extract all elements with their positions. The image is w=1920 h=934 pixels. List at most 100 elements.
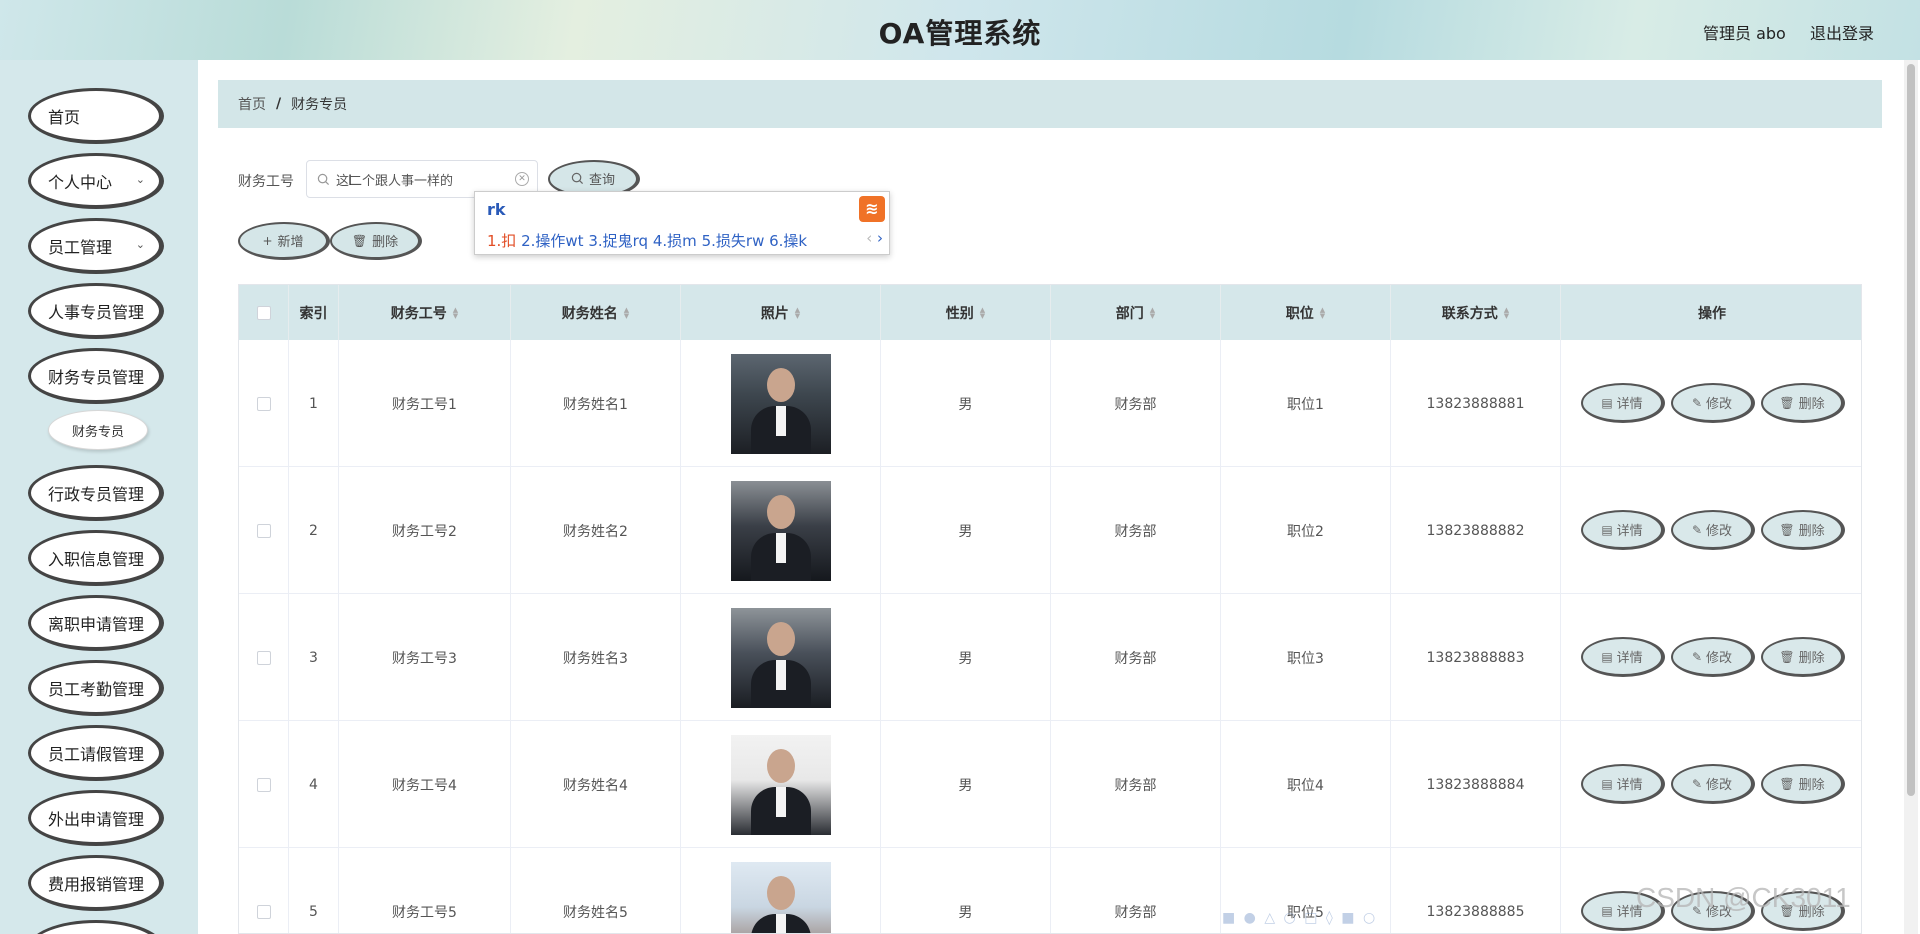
sidebar-item-leave[interactable]: 员工请假管理 — [28, 725, 164, 781]
column-header-dept[interactable]: 部门 ▲ ▼ — [1051, 285, 1221, 340]
cell-department: 财务部 — [1051, 340, 1221, 467]
table-header: 索引 财务工号 ▲ ▼ 财务姓名 ▲ ▼ 照片 ▲ ▼ 性别 ▲ ▼ 部门 ▲ ▼ 职位 ▲ ▼ 联系方… — [239, 285, 1861, 340]
row-checkbox[interactable] — [256, 904, 271, 919]
trash-icon: 🗑 — [1779, 522, 1795, 537]
edit-button[interactable]: ✎ 修改 — [1671, 637, 1755, 677]
employee-photo[interactable] — [730, 607, 831, 708]
cell-photo — [681, 340, 881, 467]
column-header-id[interactable]: 财务工号 ▲ ▼ — [339, 285, 511, 340]
sort-icon[interactable]: ▲ ▼ — [1504, 306, 1509, 319]
sidebar-item-admin-specialist[interactable]: 行政专员管理 — [28, 465, 164, 521]
cell-finance-name: 财务姓名2 — [511, 467, 681, 594]
table-row: 2 财务工号2 财务姓名2 男财务部 职位2 13823888882 ▤ 详情 ✎ 修改 🗑 删除 — [239, 467, 1861, 594]
chevron-left-icon[interactable]: ‹ — [866, 229, 872, 247]
sidebar-item-hr-specialist[interactable]: 人事专员管理 — [28, 283, 164, 339]
detail-button[interactable]: ▤ 详情 — [1581, 637, 1665, 677]
pencil-icon: ✎ — [1691, 395, 1703, 410]
sidebar-item-employee[interactable]: 员工管理 ⌄ — [28, 218, 164, 274]
employee-photo[interactable] — [730, 480, 831, 581]
sidebar-subitem-finance[interactable]: 财务专员 — [48, 410, 148, 450]
delete-button[interactable]: 🗑 删除 — [1761, 383, 1845, 423]
sidebar-item-label: 员工管理 — [48, 237, 113, 257]
cell-gender: 男 — [881, 594, 1051, 721]
ime-toolbar-icon: ■ ● △ ○ □ ◊ ■ ○ — [1222, 910, 1378, 926]
sort-icon[interactable]: ▲ ▼ — [980, 306, 985, 319]
row-select-cell — [239, 467, 289, 594]
sort-icon[interactable]: ▲ ▼ — [795, 306, 800, 319]
cell-gender: 男 — [881, 467, 1051, 594]
column-header-name[interactable]: 财务姓名 ▲ ▼ — [511, 285, 681, 340]
add-button[interactable]: + 新增 — [238, 222, 330, 260]
column-header-phone[interactable]: 联系方式 ▲ ▼ — [1391, 285, 1561, 340]
row-checkbox[interactable] — [256, 396, 271, 411]
sort-icon[interactable]: ▲ ▼ — [1320, 306, 1325, 319]
ime-candidate[interactable]: 2.操作wt — [521, 232, 583, 250]
row-select-cell — [239, 848, 289, 933]
detail-button[interactable]: ▤ 详情 — [1581, 510, 1665, 550]
sort-icon[interactable]: ▲ ▼ — [624, 306, 629, 319]
column-header-index: 索引 — [289, 285, 339, 340]
employee-photo[interactable] — [730, 734, 831, 835]
ime-candidate[interactable]: 1.扣 — [487, 232, 516, 250]
chevron-down-icon: ⌄ — [135, 238, 145, 251]
search-icon — [317, 173, 330, 185]
cell-finance-name: 财务姓名3 — [511, 594, 681, 721]
sort-icon[interactable]: ▲ ▼ — [453, 306, 458, 319]
ime-candidate[interactable]: 6.操k — [769, 232, 807, 250]
cell-department: 财务部 — [1051, 848, 1221, 933]
edit-button-label: 修改 — [1706, 778, 1733, 793]
ime-candidate[interactable]: 3.捉鬼rq — [588, 232, 648, 250]
edit-button[interactable]: ✎ 修改 — [1671, 510, 1755, 550]
sidebar-item-resignation[interactable]: 离职申请管理 — [28, 595, 164, 651]
photo-shirt — [775, 405, 786, 436]
row-checkbox[interactable] — [256, 650, 271, 665]
cell-photo — [681, 848, 881, 933]
sidebar-item-attendance[interactable]: 员工考勤管理 — [28, 660, 164, 716]
delete-button[interactable]: 🗑 删除 — [1761, 764, 1845, 804]
batch-delete-label: 删除 — [372, 235, 399, 250]
sidebar-item-outing[interactable]: 外出申请管理 — [28, 790, 164, 846]
photo-face — [766, 748, 795, 783]
edit-button-label: 修改 — [1706, 397, 1733, 412]
ime-candidate[interactable]: 5.损失rw — [702, 232, 765, 250]
ime-candidates: 1.扣 2.操作wt 3.捉鬼rq 4.损m 5.损失rw 6.操k — [487, 230, 807, 251]
employee-photo[interactable] — [730, 353, 831, 454]
scrollbar-thumb[interactable] — [1907, 64, 1915, 796]
sidebar-item-expense[interactable]: 费用报销管理 — [28, 855, 164, 911]
app-title: OA管理系统 — [878, 17, 1042, 50]
detail-button[interactable]: ▤ 详情 — [1581, 764, 1665, 804]
column-header-position[interactable]: 职位 ▲ ▼ — [1221, 285, 1391, 340]
sort-icon[interactable]: ▲ ▼ — [1150, 306, 1155, 319]
detail-button-label: 详情 — [1616, 651, 1643, 666]
row-checkbox[interactable] — [256, 523, 271, 538]
edit-button[interactable]: ✎ 修改 — [1671, 764, 1755, 804]
delete-button[interactable]: 🗑 删除 — [1761, 637, 1845, 677]
ime-candidate[interactable]: 4.损m — [653, 232, 697, 250]
chevron-down-icon: ⌄ — [135, 173, 145, 186]
document-icon: ▤ — [1601, 395, 1613, 410]
select-all-checkbox[interactable] — [256, 305, 271, 320]
logout-link[interactable]: 退出登录 — [1810, 20, 1874, 44]
cell-actions: ▤ 详情 ✎ 修改 🗑 删除 — [1561, 594, 1861, 721]
row-checkbox[interactable] — [256, 777, 271, 792]
ime-input-text: rk — [487, 200, 506, 219]
employee-photo[interactable] — [730, 861, 831, 933]
sidebar-item-finance-specialist[interactable]: 财务专员管理 — [28, 348, 164, 404]
column-header-gender[interactable]: 性别 ▲ ▼ — [881, 285, 1051, 340]
breadcrumb-home[interactable]: 首页 — [238, 94, 266, 114]
column-header-photo[interactable]: 照片 ▲ ▼ — [681, 285, 881, 340]
photo-face — [766, 367, 795, 402]
sidebar-item-partial[interactable] — [28, 920, 164, 934]
clear-icon[interactable]: ✕ — [515, 172, 529, 186]
detail-button[interactable]: ▤ 详情 — [1581, 383, 1665, 423]
edit-button[interactable]: ✎ 修改 — [1671, 383, 1755, 423]
photo-shirt — [775, 532, 786, 563]
delete-button[interactable]: 🗑 删除 — [1761, 510, 1845, 550]
sidebar-item-personal-center[interactable]: 个人中心 ⌄ — [28, 153, 164, 209]
chevron-right-icon[interactable]: › — [877, 229, 883, 247]
page-scrollbar[interactable] — [1904, 60, 1918, 934]
sidebar-item-onboarding[interactable]: 入职信息管理 — [28, 530, 164, 586]
batch-delete-button[interactable]: 🗑 删除 — [330, 222, 422, 260]
table-row: 5 财务工号5 财务姓名5 男财务部 职位5 13823888885 ▤ 详情 ✎ 修改 🗑 删除 — [239, 848, 1861, 933]
sidebar-item-home[interactable]: 首页 — [28, 88, 164, 144]
